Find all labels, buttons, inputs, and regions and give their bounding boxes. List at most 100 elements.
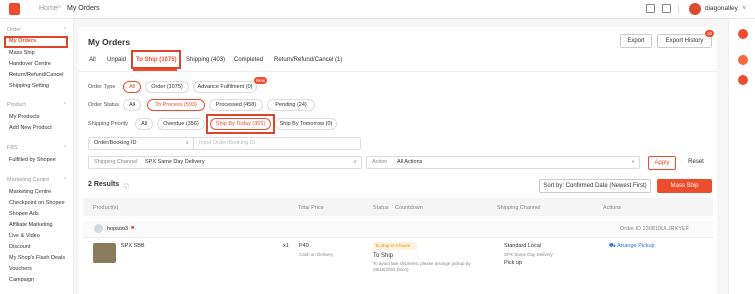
order-status-all[interactable]: All [123, 99, 141, 111]
product-quantity: x1 [283, 243, 289, 249]
search-field-select-label: Order/Booking ID [94, 140, 137, 146]
username[interactable]: diagonalley [705, 5, 738, 12]
buyer-name[interactable]: hopsoo3 [107, 226, 128, 232]
search-field-select[interactable]: Order/Booking ID ∨ [88, 137, 194, 150]
order-type-label: Order Type [88, 84, 116, 90]
main-panel: My Orders Export Export History 10 All U… [79, 27, 717, 294]
export-button[interactable]: Export [620, 34, 652, 48]
sidebar-item-discount[interactable]: Discount [9, 244, 30, 250]
book-icon[interactable] [662, 4, 671, 13]
order-status-pending[interactable]: Pending (24) [267, 99, 315, 111]
breadcrumb-home[interactable]: Home [39, 5, 58, 12]
tab-all[interactable]: All [89, 57, 96, 63]
shipping-method: Pick up [504, 260, 523, 266]
results-count: 2 Results [88, 181, 120, 188]
chat-icon[interactable]: ■ [131, 225, 134, 231]
order-status-to-process[interactable]: To Process (593) [147, 99, 205, 111]
shipping-channel-value: SPX Same Day Delivery [145, 159, 205, 165]
order-header-row [83, 221, 713, 238]
tab-unpaid[interactable]: Unpaid [107, 57, 126, 63]
sidebar-item-marketing-centre[interactable]: Marketing Centre [9, 189, 51, 195]
chevron-up-icon[interactable]: ^ [64, 177, 66, 183]
sidebar-item-handover-centre[interactable]: Handover Centre [9, 61, 51, 67]
product-thumbnail[interactable] [93, 243, 116, 263]
status-note: To avoid late shipment, please arrange p… [373, 261, 471, 266]
export-history-button[interactable]: Export History [657, 34, 712, 48]
chevron-down-icon: ∨ [631, 159, 635, 165]
action-select[interactable]: Action All Actions ∨ [366, 156, 640, 169]
shipping-priority-overdue[interactable]: Overdue (356) [157, 118, 205, 130]
mass-ship-button[interactable]: Mass Ship [657, 179, 712, 193]
shopee-logo-icon[interactable] [9, 3, 20, 15]
order-status-processed[interactable]: Processed (458) [209, 99, 263, 111]
countdown-tag: To ship in 3 hours [373, 242, 417, 250]
topbar-divider [678, 5, 679, 14]
header-shipping-channel: Shipping Channel [497, 205, 541, 211]
order-type-order[interactable]: Order (1075) [145, 81, 189, 93]
chevron-up-icon[interactable]: ^ [64, 102, 66, 108]
top-bar: Home > My Orders diagonalley ∨ [0, 0, 755, 19]
shipping-channel-label: Shipping Channel [94, 159, 138, 165]
tab-completed[interactable]: Completed [234, 57, 263, 63]
sidebar-item-add-product[interactable]: Add New Product [9, 125, 52, 131]
order-id: Order ID 230810ULJRKYEF [620, 226, 690, 232]
sidebar-item-flash-deals[interactable]: My Shop's Flash Deals [9, 255, 65, 261]
breadcrumb-current: My Orders [67, 5, 100, 12]
search-input-placeholder: Input Order/Booking ID [199, 140, 256, 146]
header-actions: Actions [603, 205, 622, 211]
sidebar-item-my-products[interactable]: My Products [9, 114, 40, 120]
avatar[interactable] [689, 3, 701, 15]
sort-button[interactable]: Sort by: Confirmed Date (Newest First) [539, 179, 651, 193]
tab-return-refund[interactable]: Return/Refund/Cancel (1) [274, 57, 342, 63]
sidebar-item-vouchers[interactable]: Vouchers [9, 266, 32, 272]
shipping-channel-select[interactable]: Shipping Channel SPX Same Day Delivery ∨ [88, 156, 362, 169]
chevron-down-icon[interactable]: ∨ [742, 4, 746, 11]
shipping-channel-name: Standard Local [504, 243, 541, 249]
apps-grid-icon[interactable] [646, 4, 655, 13]
payment-method: Cash on Delivery [299, 252, 334, 257]
status-note-date: 08/10/2023 (Mon) [373, 267, 409, 272]
product-name[interactable]: SPX SBB [121, 243, 145, 249]
sidebar-item-affiliate[interactable]: Affiliate Marketing [9, 222, 53, 228]
sidebar-item-shopee-ads[interactable]: Shopee Ads [9, 211, 39, 217]
sidebar-section-marketing: Marketing Centre [7, 177, 50, 183]
chevron-down-icon: ∨ [185, 140, 189, 146]
chevron-down-icon: ∨ [353, 159, 357, 165]
info-icon: ⓘ [123, 185, 130, 191]
sidebar-item-return-refund[interactable]: Return/Refund/Cancel [9, 72, 63, 78]
shipping-channel-sub: SPX Same Day Delivery [504, 252, 553, 257]
highlight-box-to-ship [131, 50, 181, 69]
order-status: To Ship [373, 253, 394, 259]
sidebar: Order ^ My Orders Mass Ship Handover Cen… [0, 19, 74, 294]
order-type-advance-fulfilment[interactable]: Advance Fulfilment (0) [193, 81, 257, 93]
shipping-priority-all[interactable]: All [135, 118, 153, 130]
tab-shipping[interactable]: Shipping (403) [186, 57, 225, 63]
sidebar-item-live-video[interactable]: Live & Video [9, 233, 40, 239]
buyer-avatar [94, 224, 103, 233]
breadcrumb-separator: > [57, 4, 62, 11]
chevron-up-icon[interactable]: ^ [64, 145, 66, 151]
arrange-pickup-link[interactable]: Arrange Pickup [617, 243, 655, 249]
sidebar-item-mass-ship[interactable]: Mass Ship [9, 50, 35, 56]
sidebar-item-fulfilled-by-shopee[interactable]: Fulfilled by Shopee [9, 157, 56, 163]
tabs-divider [79, 71, 717, 72]
reset-button[interactable]: Reset [680, 156, 712, 170]
sidebar-item-checkpoint[interactable]: Checkpoint on Shopee [9, 200, 65, 206]
chevron-up-icon[interactable]: ^ [64, 27, 66, 33]
notification-icon[interactable] [738, 29, 748, 39]
page-title: My Orders [88, 37, 131, 47]
header-products: Product(s) [93, 205, 119, 211]
action-value: All Actions [397, 159, 423, 165]
export-history-badge: 10 [705, 30, 715, 37]
search-input[interactable]: Input Order/Booking ID [193, 137, 361, 150]
shipping-priority-ship-by-tomorrow[interactable]: Ship By Tomorrow (0) [275, 118, 337, 130]
order-type-all[interactable]: All [123, 81, 141, 93]
shipping-priority-label: Shipping Priority [88, 121, 129, 127]
sidebar-item-shipping-setting[interactable]: Shipping Setting [9, 83, 49, 89]
assistant-icon[interactable] [738, 75, 748, 85]
sidebar-item-campaign[interactable]: Campaign [9, 277, 34, 283]
right-rail [728, 19, 755, 294]
header-total-price: Total Price [298, 205, 324, 211]
apply-button[interactable]: Apply [648, 156, 676, 170]
chat-float-icon[interactable] [738, 55, 748, 65]
